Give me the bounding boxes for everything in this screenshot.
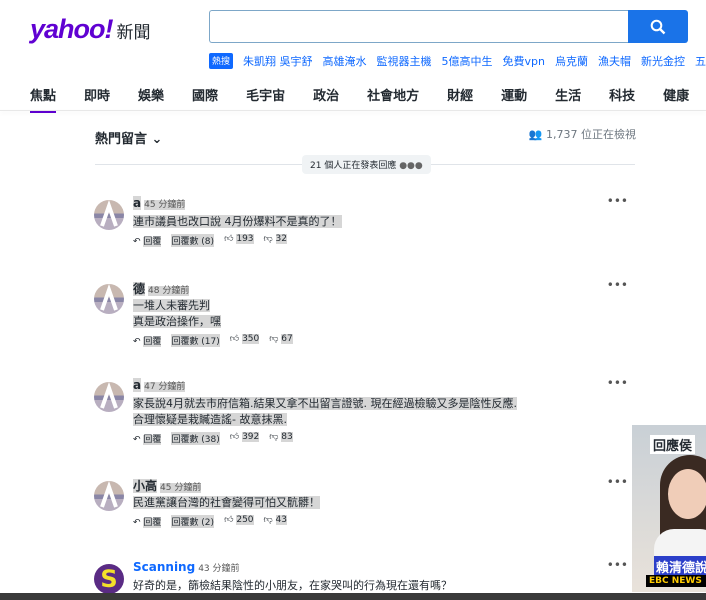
replies-toggle[interactable]: 回覆數 (17) bbox=[171, 334, 220, 347]
comment-actions: ↶ 回覆 回覆數 (17) 👍︎ 350 👎︎ 67 bbox=[133, 334, 293, 347]
thumbs-up-icon: 👍︎ bbox=[224, 234, 234, 244]
more-options-icon[interactable]: ••• bbox=[607, 278, 628, 292]
thumbs-down-icon: 👎︎ bbox=[269, 432, 279, 442]
dots-icon: ●●● bbox=[399, 161, 423, 171]
comment-time: 43 分鐘前 bbox=[198, 564, 240, 574]
like-button[interactable]: 👍︎ 250 bbox=[224, 515, 254, 528]
search-icon bbox=[650, 19, 666, 34]
like-button[interactable]: 👍︎ 193 bbox=[224, 234, 254, 247]
search-input[interactable] bbox=[209, 10, 629, 43]
thumbs-up-icon: 👍︎ bbox=[229, 334, 240, 344]
more-options-icon[interactable]: ••• bbox=[607, 475, 628, 489]
more-options-icon[interactable]: ••• bbox=[607, 194, 628, 208]
dislike-button[interactable]: 👎︎ 83 bbox=[269, 432, 293, 445]
nav-tab[interactable]: 政治 bbox=[313, 85, 339, 113]
avatar[interactable] bbox=[94, 481, 124, 511]
trending-link[interactable]: 新光金控 bbox=[641, 53, 685, 69]
comment-text: 民進黨讓台灣的社會變得可怕又骯髒！ bbox=[133, 496, 320, 509]
comment-actions: ↶ 回覆 回覆數 (38) 👍︎ 392 👎︎ 83 bbox=[133, 432, 293, 445]
trending-link[interactable]: 監視器主機 bbox=[377, 53, 432, 69]
dislike-button[interactable]: 👎︎ 32 bbox=[264, 234, 287, 247]
comment-text: 一堆人未審先判 bbox=[133, 299, 210, 312]
comment-author[interactable]: a bbox=[133, 196, 142, 210]
nav-tab[interactable]: 娛樂 bbox=[138, 85, 164, 113]
reply-button[interactable]: ↶ 回覆 bbox=[133, 234, 162, 247]
nav-tab[interactable]: 焦點 bbox=[30, 85, 57, 113]
comment-text: 合理懷疑是栽贓造謠- 故意抹黑. bbox=[133, 413, 287, 426]
main-nav: 焦點 即時 娛樂 國際 毛宇宙 政治 社會地方 財經 運動 生活 科技 健康 bbox=[30, 85, 706, 113]
nav-tab[interactable]: 生活 bbox=[555, 85, 581, 113]
comment-text: 家長說4月就去市府信箱.結果又拿不出留言證號. 現在經過檢驗又多是陰性反應. bbox=[133, 397, 517, 410]
reply-icon: ↶ bbox=[133, 518, 141, 528]
comment-text: 好奇的是，篩檢結果陰性的小朋友，在家哭叫的行為現在還有嗎？ bbox=[133, 579, 452, 592]
avatar[interactable] bbox=[94, 382, 124, 412]
comment-time: 47 分鐘前 bbox=[144, 382, 186, 392]
trending-bar: 熱搜 朱凱翔 吳宇舒 高雄淹水 監視器主機 5億高中生 免費vpn 烏克蘭 漁夫… bbox=[209, 53, 706, 69]
trending-link[interactable]: 免費vpn bbox=[503, 53, 545, 69]
trending-link[interactable]: 高雄淹水 bbox=[323, 53, 367, 69]
nav-tab[interactable]: 科技 bbox=[609, 85, 635, 113]
comment-time: 45 分鐘前 bbox=[160, 483, 202, 493]
nav-tab[interactable]: 國際 bbox=[192, 85, 218, 113]
floating-video[interactable]: 回應侯 賴清德說 EBC NEWS bbox=[632, 425, 706, 592]
trending-link[interactable]: 朱凱翔 吳宇舒 bbox=[243, 53, 313, 69]
comment-time: 48 分鐘前 bbox=[148, 286, 190, 296]
typing-indicator: 21 個人正在發表回應 ●●● bbox=[302, 155, 431, 174]
comment-author[interactable]: Scanning bbox=[133, 560, 195, 574]
trending-label: 熱搜 bbox=[209, 53, 234, 69]
yahoo-news-logo[interactable]: yahoo! 新聞 bbox=[30, 14, 151, 45]
presenter-image bbox=[654, 455, 706, 569]
viewer-count: 👥 1,737 位正在檢視 bbox=[528, 128, 636, 141]
like-button[interactable]: 👍︎ 350 bbox=[229, 334, 260, 347]
comment-author[interactable]: a bbox=[133, 378, 142, 392]
reply-icon: ↶ bbox=[133, 435, 141, 445]
nav-divider bbox=[0, 110, 706, 111]
dislike-button[interactable]: 👎︎ 43 bbox=[264, 515, 287, 528]
nav-tab[interactable]: 即時 bbox=[84, 85, 110, 113]
thumbs-down-icon: 👎︎ bbox=[263, 515, 273, 525]
more-options-icon[interactable]: ••• bbox=[607, 558, 628, 572]
trending-link[interactable]: 五月 bbox=[695, 53, 706, 69]
avatar[interactable]: S bbox=[94, 564, 124, 594]
nav-tab[interactable]: 毛宇宙 bbox=[246, 85, 285, 113]
comment-text: 連市議員也改口說 4月份爆料不是真的了！ bbox=[133, 215, 342, 228]
thumbs-up-icon: 👍︎ bbox=[224, 515, 234, 525]
comment-author[interactable]: 小高 bbox=[133, 479, 158, 493]
reply-icon: ↶ bbox=[133, 237, 141, 247]
avatar[interactable] bbox=[94, 200, 124, 230]
trending-link[interactable]: 漁夫帽 bbox=[598, 53, 631, 69]
sort-dropdown[interactable]: 熱門留言 ⌄ bbox=[95, 128, 162, 147]
replies-toggle[interactable]: 回覆數 (2) bbox=[171, 515, 215, 528]
nav-tab[interactable]: 財經 bbox=[447, 85, 473, 113]
reply-button[interactable]: ↶ 回覆 bbox=[133, 515, 162, 528]
dislike-button[interactable]: 👎︎ 67 bbox=[269, 334, 293, 347]
replies-toggle[interactable]: 回覆數 (38) bbox=[171, 432, 220, 445]
reply-button[interactable]: ↶ 回覆 bbox=[133, 432, 162, 445]
chevron-down-icon: ⌄ bbox=[151, 132, 163, 147]
more-options-icon[interactable]: ••• bbox=[607, 376, 628, 390]
thumbs-down-icon: 👎︎ bbox=[269, 334, 279, 344]
comment-time: 45 分鐘前 bbox=[144, 200, 186, 210]
comment-author[interactable]: 德 bbox=[133, 282, 146, 296]
taskbar[interactable] bbox=[0, 593, 706, 600]
comment-text: 真是政治操作，嘿 bbox=[133, 315, 221, 328]
reply-button[interactable]: ↶ 回覆 bbox=[133, 334, 162, 347]
trending-link[interactable]: 烏克蘭 bbox=[555, 53, 588, 69]
trending-link[interactable]: 5億高中生 bbox=[442, 53, 493, 69]
replies-toggle[interactable]: 回覆數 (8) bbox=[171, 234, 215, 247]
comment-actions: ↶ 回覆 回覆數 (2) 👍︎ 250 👎︎ 43 bbox=[133, 515, 287, 528]
search-button[interactable] bbox=[628, 10, 688, 43]
nav-tab[interactable]: 運動 bbox=[501, 85, 527, 113]
comment-actions: ↶ 回覆 回覆數 (8) 👍︎ 193 👎︎ 32 bbox=[133, 234, 287, 247]
like-button[interactable]: 👍︎ 392 bbox=[229, 432, 260, 445]
avatar[interactable] bbox=[94, 284, 124, 314]
nav-tab[interactable]: 社會地方 bbox=[367, 85, 419, 113]
reply-icon: ↶ bbox=[133, 337, 141, 347]
people-icon: 👥 bbox=[528, 128, 543, 141]
nav-tab[interactable]: 健康 bbox=[663, 85, 689, 113]
thumbs-up-icon: 👍︎ bbox=[229, 432, 240, 442]
thumbs-down-icon: 👎︎ bbox=[263, 234, 273, 244]
